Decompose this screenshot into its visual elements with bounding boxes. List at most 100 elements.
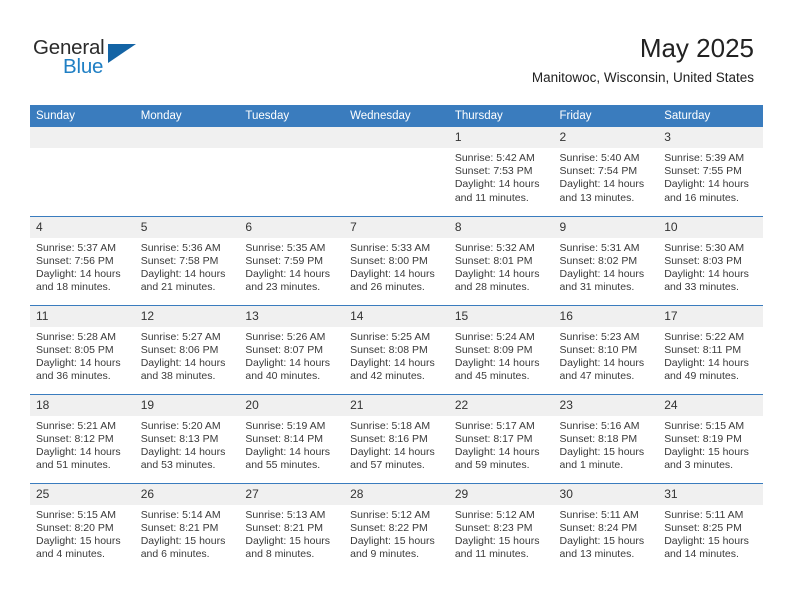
daylight-text: Daylight: 15 hours and 6 minutes. — [140, 534, 226, 561]
calendar-day-cell[interactable]: 1 Sunrise: 5:42 AM Sunset: 7:53 PM Daylight… — [448, 127, 554, 216]
day-number: 2 — [553, 127, 659, 148]
calendar-day-cell[interactable]: 14 Sunrise: 5:25 AM Sunset: 8:08 PM Dayligh… — [344, 304, 449, 394]
page-header: General Blue May 2025 Manitowoc, Wiscons… — [0, 0, 792, 104]
calendar-day-cell[interactable]: 2 Sunrise: 5:40 AM Sunset: 7:54 PM Daylight… — [553, 127, 659, 216]
day-info: Sunrise: 5:12 AM Sunset: 8:22 PM Daylight:… — [344, 505, 449, 562]
daylight-text: Daylight: 15 hours and 4 minutes. — [36, 534, 121, 561]
calendar-day-cell[interactable]: 5 Sunrise: 5:36 AM Sunset: 7:58 PM Daylight… — [134, 215, 240, 305]
sunset-text: Sunset: 8:05 PM — [36, 343, 114, 356]
daylight-text: Daylight: 14 hours and 13 minutes. — [559, 178, 645, 204]
day-cell-inner: 16 Sunrise: 5:23 AM Sunset: 8:10 PM Dayligh… — [553, 305, 659, 394]
calendar-day-cell[interactable]: 13 Sunrise: 5:26 AM Sunset: 8:07 PM Dayligh… — [239, 304, 345, 394]
daylight-text: Daylight: 15 hours and 1 minute. — [559, 445, 645, 472]
sunrise-text: Sunrise: 5:42 AM — [454, 152, 535, 164]
general-blue-logo[interactable]: General Blue — [33, 36, 153, 80]
sunrise-text: Sunrise: 5:21 AM — [36, 419, 116, 432]
calendar-day-cell[interactable]: 6 Sunrise: 5:35 AM Sunset: 7:59 PM Daylight… — [239, 215, 345, 305]
daylight-text: Daylight: 15 hours and 3 minutes. — [664, 445, 749, 472]
calendar-day-cell[interactable]: 12 Sunrise: 5:27 AM Sunset: 8:06 PM Dayligh… — [134, 304, 240, 394]
sunset-text: Sunset: 8:03 PM — [664, 254, 742, 267]
day-number: 5 — [134, 216, 240, 238]
calendar-day-cell[interactable]: 4 Sunrise: 5:37 AM Sunset: 7:56 PM Daylight… — [30, 215, 135, 305]
calendar-day-cell[interactable]: 31 Sunrise: 5:11 AM Sunset: 8:25 PM Dayligh… — [658, 482, 763, 572]
daylight-text: Daylight: 15 hours and 14 minutes. — [664, 534, 749, 561]
sunset-text: Sunset: 8:11 PM — [664, 343, 742, 356]
calendar-day-cell[interactable]: 26 Sunrise: 5:14 AM Sunset: 8:21 PM Dayligh… — [134, 482, 240, 572]
sunset-text: Sunset: 8:23 PM — [454, 521, 533, 534]
day-cell-inner: 11 Sunrise: 5:28 AM Sunset: 8:05 PM Dayligh… — [30, 305, 135, 394]
calendar-day-cell[interactable]: 27 Sunrise: 5:13 AM Sunset: 8:21 PM Dayligh… — [239, 482, 345, 572]
sunset-text: Sunset: 7:56 PM — [36, 254, 114, 267]
day-number: 18 — [30, 394, 135, 416]
calendar-page: General Blue May 2025 Manitowoc, Wiscons… — [0, 0, 792, 612]
calendar-day-cell[interactable]: 18 Sunrise: 5:21 AM Sunset: 8:12 PM Dayligh… — [30, 393, 135, 483]
sunrise-text: Sunrise: 5:39 AM — [664, 152, 745, 164]
day-cell-inner: 2 Sunrise: 5:40 AM Sunset: 7:54 PM Daylight… — [553, 127, 659, 216]
calendar-day-cell[interactable]: 20 Sunrise: 5:19 AM Sunset: 8:14 PM Dayligh… — [239, 393, 345, 483]
day-number: 31 — [658, 483, 763, 505]
daylight-text: Daylight: 14 hours and 42 minutes. — [350, 356, 435, 383]
day-cell-inner: 4 Sunrise: 5:37 AM Sunset: 7:56 PM Daylight… — [30, 216, 135, 305]
day-cell-inner — [134, 127, 240, 216]
daylight-text: Daylight: 15 hours and 9 minutes. — [350, 534, 435, 561]
day-number: 3 — [658, 127, 763, 148]
sunrise-text: Sunrise: 5:25 AM — [350, 330, 431, 343]
day-info: Sunrise: 5:27 AM Sunset: 8:06 PM Daylight:… — [135, 327, 240, 384]
calendar-day-cell[interactable]: 29 Sunrise: 5:12 AM Sunset: 8:23 PM Dayligh… — [448, 482, 554, 572]
calendar-day-cell[interactable]: 16 Sunrise: 5:23 AM Sunset: 8:10 PM Dayligh… — [553, 304, 659, 394]
day-number: 15 — [448, 305, 554, 327]
daylight-text: Daylight: 15 hours and 8 minutes. — [245, 534, 331, 561]
daylight-text: Daylight: 14 hours and 59 minutes. — [454, 445, 540, 472]
calendar-day-cell[interactable]: 15 Sunrise: 5:24 AM Sunset: 8:09 PM Dayligh… — [448, 304, 554, 394]
day-cell-inner — [344, 127, 449, 216]
calendar-day-cell[interactable]: 30 Sunrise: 5:11 AM Sunset: 8:24 PM Dayligh… — [553, 482, 659, 572]
weekday-header-thursday: Thursday — [448, 105, 554, 127]
day-info: Sunrise: 5:31 AM Sunset: 8:02 PM Daylight:… — [554, 238, 659, 295]
calendar-day-cell[interactable]: 23 Sunrise: 5:16 AM Sunset: 8:18 PM Dayligh… — [553, 393, 659, 483]
calendar-day-cell[interactable]: 10 Sunrise: 5:30 AM Sunset: 8:03 PM Dayligh… — [658, 215, 763, 305]
page-title: May 2025 — [639, 33, 754, 63]
day-number — [239, 127, 345, 148]
calendar-day-cell[interactable]: 9 Sunrise: 5:31 AM Sunset: 8:02 PM Daylight… — [553, 215, 659, 305]
calendar-day-cell[interactable]: 28 Sunrise: 5:12 AM Sunset: 8:22 PM Dayligh… — [344, 482, 449, 572]
sunrise-sunset-calendar-table: Sunday Monday Tuesday Wednesday Thursday… — [30, 105, 763, 572]
calendar-day-cell[interactable]: 25 Sunrise: 5:15 AM Sunset: 8:20 PM Dayligh… — [30, 482, 135, 572]
sunrise-text: Sunrise: 5:23 AM — [559, 330, 640, 343]
sunset-text: Sunset: 8:16 PM — [350, 432, 428, 445]
day-info: Sunrise: 5:40 AM Sunset: 7:54 PM Daylight:… — [554, 148, 659, 205]
day-cell-inner: 22 Sunrise: 5:17 AM Sunset: 8:17 PM Dayligh… — [448, 394, 554, 483]
day-cell-inner: 19 Sunrise: 5:20 AM Sunset: 8:13 PM Dayligh… — [134, 394, 240, 483]
daylight-text: Daylight: 14 hours and 11 minutes. — [454, 178, 540, 204]
day-cell-inner: 10 Sunrise: 5:30 AM Sunset: 8:03 PM Dayligh… — [658, 216, 763, 305]
sunset-text: Sunset: 8:02 PM — [559, 254, 638, 267]
calendar-day-cell[interactable]: 7 Sunrise: 5:33 AM Sunset: 8:00 PM Daylight… — [344, 215, 449, 305]
day-info: Sunrise: 5:36 AM Sunset: 7:58 PM Daylight:… — [135, 238, 240, 295]
calendar-day-cell[interactable]: 8 Sunrise: 5:32 AM Sunset: 8:01 PM Daylight… — [448, 215, 554, 305]
sunset-text: Sunset: 8:20 PM — [36, 521, 114, 534]
sunset-text: Sunset: 8:18 PM — [559, 432, 638, 445]
logo-triangle-icon — [108, 44, 136, 63]
calendar-day-cell[interactable]: 11 Sunrise: 5:28 AM Sunset: 8:05 PM Dayligh… — [30, 304, 135, 394]
daylight-text: Daylight: 14 hours and 47 minutes. — [559, 356, 645, 383]
daylight-text: Daylight: 15 hours and 13 minutes. — [559, 534, 645, 561]
calendar-day-cell[interactable]: 3 Sunrise: 5:39 AM Sunset: 7:55 PM Daylight… — [658, 127, 763, 216]
sunset-text: Sunset: 7:58 PM — [140, 254, 219, 267]
calendar-week-row: 25 Sunrise: 5:15 AM Sunset: 8:20 PM Dayligh… — [30, 482, 763, 572]
weekday-header-friday: Friday — [553, 105, 659, 127]
day-info: Sunrise: 5:32 AM Sunset: 8:01 PM Daylight:… — [449, 238, 554, 295]
calendar-day-cell[interactable]: 24 Sunrise: 5:15 AM Sunset: 8:19 PM Dayligh… — [658, 393, 763, 483]
sunset-text: Sunset: 8:07 PM — [245, 343, 324, 356]
calendar-day-cell[interactable]: 17 Sunrise: 5:22 AM Sunset: 8:11 PM Dayligh… — [658, 304, 763, 394]
calendar-day-cell[interactable]: 22 Sunrise: 5:17 AM Sunset: 8:17 PM Dayligh… — [448, 393, 554, 483]
calendar-day-cell[interactable]: 21 Sunrise: 5:18 AM Sunset: 8:16 PM Dayligh… — [344, 393, 449, 483]
day-number: 1 — [448, 127, 554, 148]
day-number: 16 — [553, 305, 659, 327]
calendar-day-cell-empty — [344, 127, 449, 216]
calendar-day-cell[interactable]: 19 Sunrise: 5:20 AM Sunset: 8:13 PM Dayligh… — [134, 393, 240, 483]
day-cell-inner: 9 Sunrise: 5:31 AM Sunset: 8:02 PM Daylight… — [553, 216, 659, 305]
daylight-text: Daylight: 14 hours and 55 minutes. — [245, 445, 331, 472]
sunset-text: Sunset: 8:21 PM — [140, 521, 219, 534]
sunrise-text: Sunrise: 5:11 AM — [664, 508, 744, 521]
day-info: Sunrise: 5:13 AM Sunset: 8:21 PM Daylight:… — [239, 505, 344, 562]
sunset-text: Sunset: 8:06 PM — [140, 343, 219, 356]
